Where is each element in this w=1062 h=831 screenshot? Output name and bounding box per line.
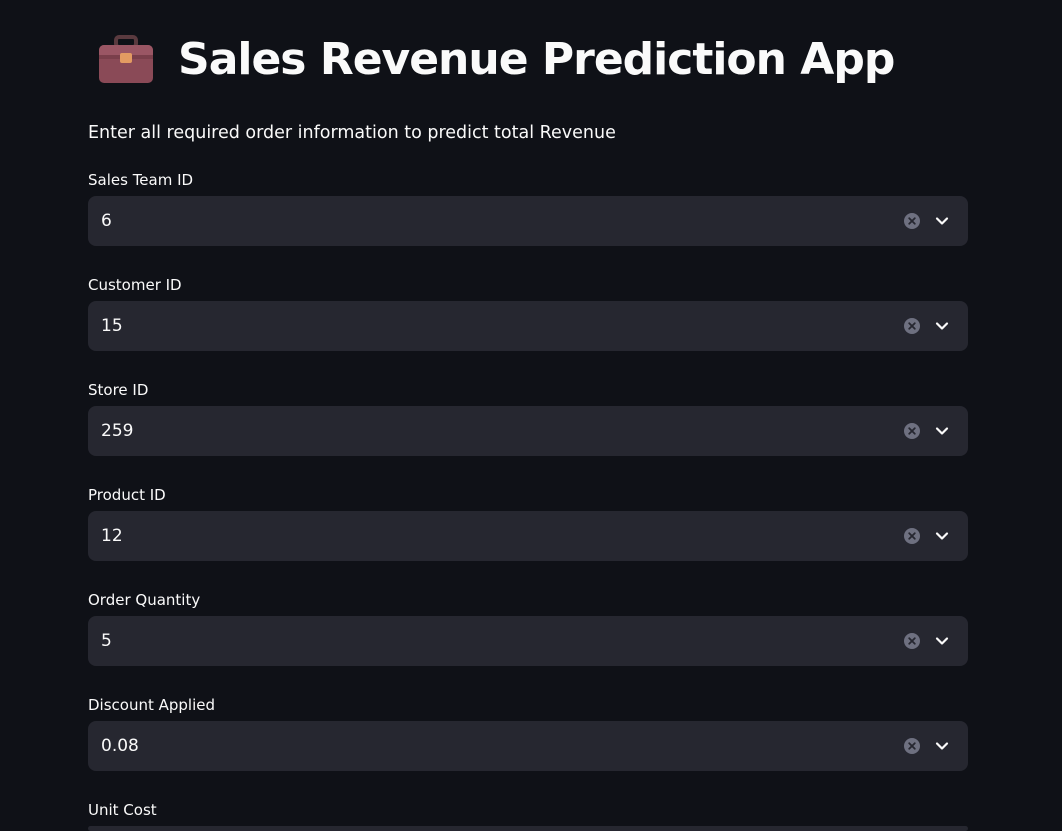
product-id-select[interactable]: 12 bbox=[88, 511, 968, 561]
field-label: Unit Cost bbox=[88, 801, 157, 819]
select-value: 0.08 bbox=[101, 736, 139, 756]
field-store-id: Store ID 259 bbox=[88, 380, 968, 456]
field-label: Customer ID bbox=[88, 276, 182, 294]
chevron-down-icon[interactable] bbox=[934, 633, 950, 649]
app-page: Sales Revenue Prediction App Enter all r… bbox=[0, 0, 1062, 831]
page-title: Sales Revenue Prediction App bbox=[178, 34, 895, 85]
main-content: Sales Revenue Prediction App Enter all r… bbox=[88, 0, 968, 831]
clear-icon[interactable] bbox=[904, 528, 920, 544]
clear-icon[interactable] bbox=[904, 213, 920, 229]
select-value: 6 bbox=[101, 211, 112, 231]
field-label: Order Quantity bbox=[88, 591, 201, 609]
field-label: Sales Team ID bbox=[88, 171, 194, 189]
field-order-quantity: Order Quantity 5 bbox=[88, 590, 968, 666]
header: Sales Revenue Prediction App bbox=[88, 0, 968, 118]
chevron-down-icon[interactable] bbox=[934, 423, 950, 439]
page-subtitle: Enter all required order information to … bbox=[88, 123, 616, 143]
select-value: 12 bbox=[101, 526, 123, 546]
unit-cost-select[interactable] bbox=[88, 826, 968, 831]
field-discount-applied: Discount Applied 0.08 bbox=[88, 695, 968, 771]
store-id-select[interactable]: 259 bbox=[88, 406, 968, 456]
field-customer-id: Customer ID 15 bbox=[88, 275, 968, 351]
discount-applied-select[interactable]: 0.08 bbox=[88, 721, 968, 771]
clear-icon[interactable] bbox=[904, 423, 920, 439]
order-quantity-select[interactable]: 5 bbox=[88, 616, 968, 666]
clear-icon[interactable] bbox=[904, 318, 920, 334]
select-value: 259 bbox=[101, 421, 134, 441]
select-value: 5 bbox=[101, 631, 112, 651]
sales-team-id-select[interactable]: 6 bbox=[88, 196, 968, 246]
chevron-down-icon[interactable] bbox=[934, 528, 950, 544]
field-label: Store ID bbox=[88, 381, 149, 399]
chevron-down-icon[interactable] bbox=[934, 318, 950, 334]
field-label: Discount Applied bbox=[88, 696, 216, 714]
clear-icon[interactable] bbox=[904, 738, 920, 754]
field-label: Product ID bbox=[88, 486, 166, 504]
field-product-id: Product ID 12 bbox=[88, 485, 968, 561]
select-value: 15 bbox=[101, 316, 123, 336]
clear-icon[interactable] bbox=[904, 633, 920, 649]
field-unit-cost: Unit Cost bbox=[88, 800, 968, 831]
chevron-down-icon[interactable] bbox=[934, 738, 950, 754]
field-sales-team-id: Sales Team ID 6 bbox=[88, 170, 968, 246]
briefcase-icon bbox=[96, 34, 156, 86]
customer-id-select[interactable]: 15 bbox=[88, 301, 968, 351]
chevron-down-icon[interactable] bbox=[934, 213, 950, 229]
